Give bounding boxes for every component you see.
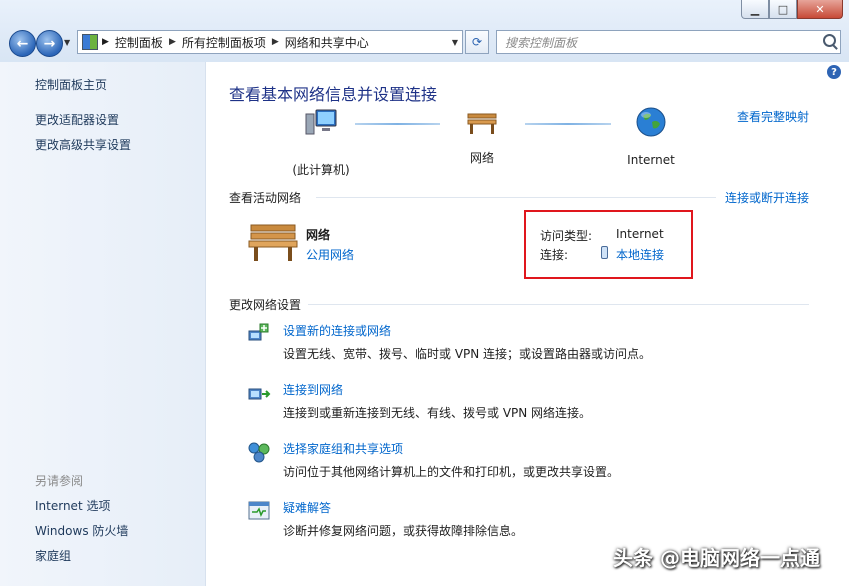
task-homegroup-link[interactable]: 选择家庭组和共享选项 [283,440,403,457]
breadcrumb-item[interactable]: 控制面板 [115,34,163,51]
map-link-line [355,123,440,125]
minimize-icon: ▁ [750,2,760,16]
search-input[interactable]: 搜索控制面板 [496,30,841,54]
sidebar: 控制面板主页 更改适配器设置 更改高级共享设置 另请参阅 Internet 选项… [0,62,206,586]
active-network-name: 网络 [306,228,331,242]
task-troubleshoot-link[interactable]: 疑难解答 [283,499,331,516]
search-icon[interactable] [823,34,836,47]
bench-large-icon [248,224,298,261]
network-type-link[interactable]: 公用网络 [306,246,354,263]
main-content: ? 查看基本网络信息并设置连接 查看完整映射 (此计算机) 网络 Interne… [206,62,849,586]
search-placeholder: 搜索控制面板 [505,35,578,50]
map-node-computer-label: (此计算机) [292,163,350,177]
new-connection-icon [248,323,269,341]
arrow-right-icon: → [43,35,56,52]
globe-icon [636,107,666,137]
sidebar-link-control-panel-home[interactable]: 控制面板主页 [35,76,107,93]
breadcrumb-item[interactable]: 所有控制面板项 [182,34,266,51]
divider [316,197,716,198]
connect-network-icon [248,388,271,400]
help-button[interactable]: ? [827,65,841,79]
help-icon: ? [831,66,837,78]
breadcrumb: 控制面板 ▶ 所有控制面板项 ▶ 网络和共享中心 [115,34,369,51]
active-networks-header: 查看活动网络 [229,191,302,205]
breadcrumb-chevron-icon: ▶ [102,37,109,47]
task-homegroup-desc: 访问位于其他网络计算机上的文件和打印机，或更改共享设置。 [283,465,620,479]
maximize-button[interactable]: □ [769,0,797,19]
sidebar-link-internet-options[interactable]: Internet 选项 [35,497,110,514]
see-full-map-link[interactable]: 查看完整映射 [737,108,809,125]
bench-icon [467,113,497,134]
address-bar[interactable]: ▶ 控制面板 ▶ 所有控制面板项 ▶ 网络和共享中心 ▼ [77,30,463,54]
page-title: 查看基本网络信息并设置连接 [229,85,438,104]
map-node-network-label: 网络 [469,151,494,165]
task-connect-network-desc: 连接到或重新连接到无线、有线、拨号或 VPN 网络连接。 [283,406,592,420]
map-node-computer[interactable]: (此计算机) [281,106,361,178]
troubleshoot-icon [248,501,270,520]
computer-icon [305,109,337,135]
map-link-line [525,123,611,125]
forward-button[interactable]: → [36,30,63,57]
caption-buttons: ▁ □ ✕ [741,0,843,19]
task-setup-connection-desc: 设置无线、宽带、拨号、临时或 VPN 连接；或设置路由器或访问点。 [283,347,652,361]
sidebar-link-advanced-sharing[interactable]: 更改高级共享设置 [35,136,131,153]
task-connect-network-link[interactable]: 连接到网络 [283,381,343,398]
title-bar: ▁ □ ✕ ← → ▼ ▶ 控制面板 ▶ 所有控制面板项 ▶ 网络和共享中心 ▼… [0,0,849,62]
address-dropdown-icon[interactable]: ▼ [452,38,458,47]
map-node-network[interactable]: 网络 [454,108,510,166]
back-button[interactable]: ← [9,30,36,57]
connect-disconnect-link[interactable]: 连接或断开连接 [725,189,809,206]
homegroup-icon [248,442,270,463]
control-panel-icon [82,34,98,50]
close-button[interactable]: ✕ [797,0,843,19]
breadcrumb-item[interactable]: 网络和共享中心 [285,34,369,51]
refresh-icon: ⟳ [471,35,483,49]
change-settings-header: 更改网络设置 [229,298,302,312]
task-setup-connection-link[interactable]: 设置新的连接或网络 [283,322,391,339]
task-troubleshoot-desc: 诊断并修复网络问题，或获得故障排除信息。 [283,524,524,538]
sidebar-link-homegroup[interactable]: 家庭组 [35,547,71,564]
minimize-button[interactable]: ▁ [741,0,769,19]
arrow-left-icon: ← [16,35,29,52]
see-also-header: 另请参阅 [35,474,84,488]
maximize-icon: □ [777,2,789,16]
breadcrumb-chevron-icon[interactable]: ▶ [169,37,176,47]
breadcrumb-chevron-icon[interactable]: ▶ [272,37,279,47]
map-node-internet-label: Internet [627,153,675,167]
divider [308,304,809,305]
refresh-button[interactable]: ⟳ [465,30,489,54]
recent-pages-dropdown[interactable]: ▼ [64,38,70,47]
watermark: 头条 @电脑网络一点通 [613,546,820,570]
highlight-box [524,210,693,279]
close-icon: ✕ [815,2,825,16]
map-node-internet[interactable]: Internet [616,106,686,167]
sidebar-link-change-adapter[interactable]: 更改适配器设置 [35,111,119,128]
sidebar-link-windows-firewall[interactable]: Windows 防火墙 [35,522,128,539]
